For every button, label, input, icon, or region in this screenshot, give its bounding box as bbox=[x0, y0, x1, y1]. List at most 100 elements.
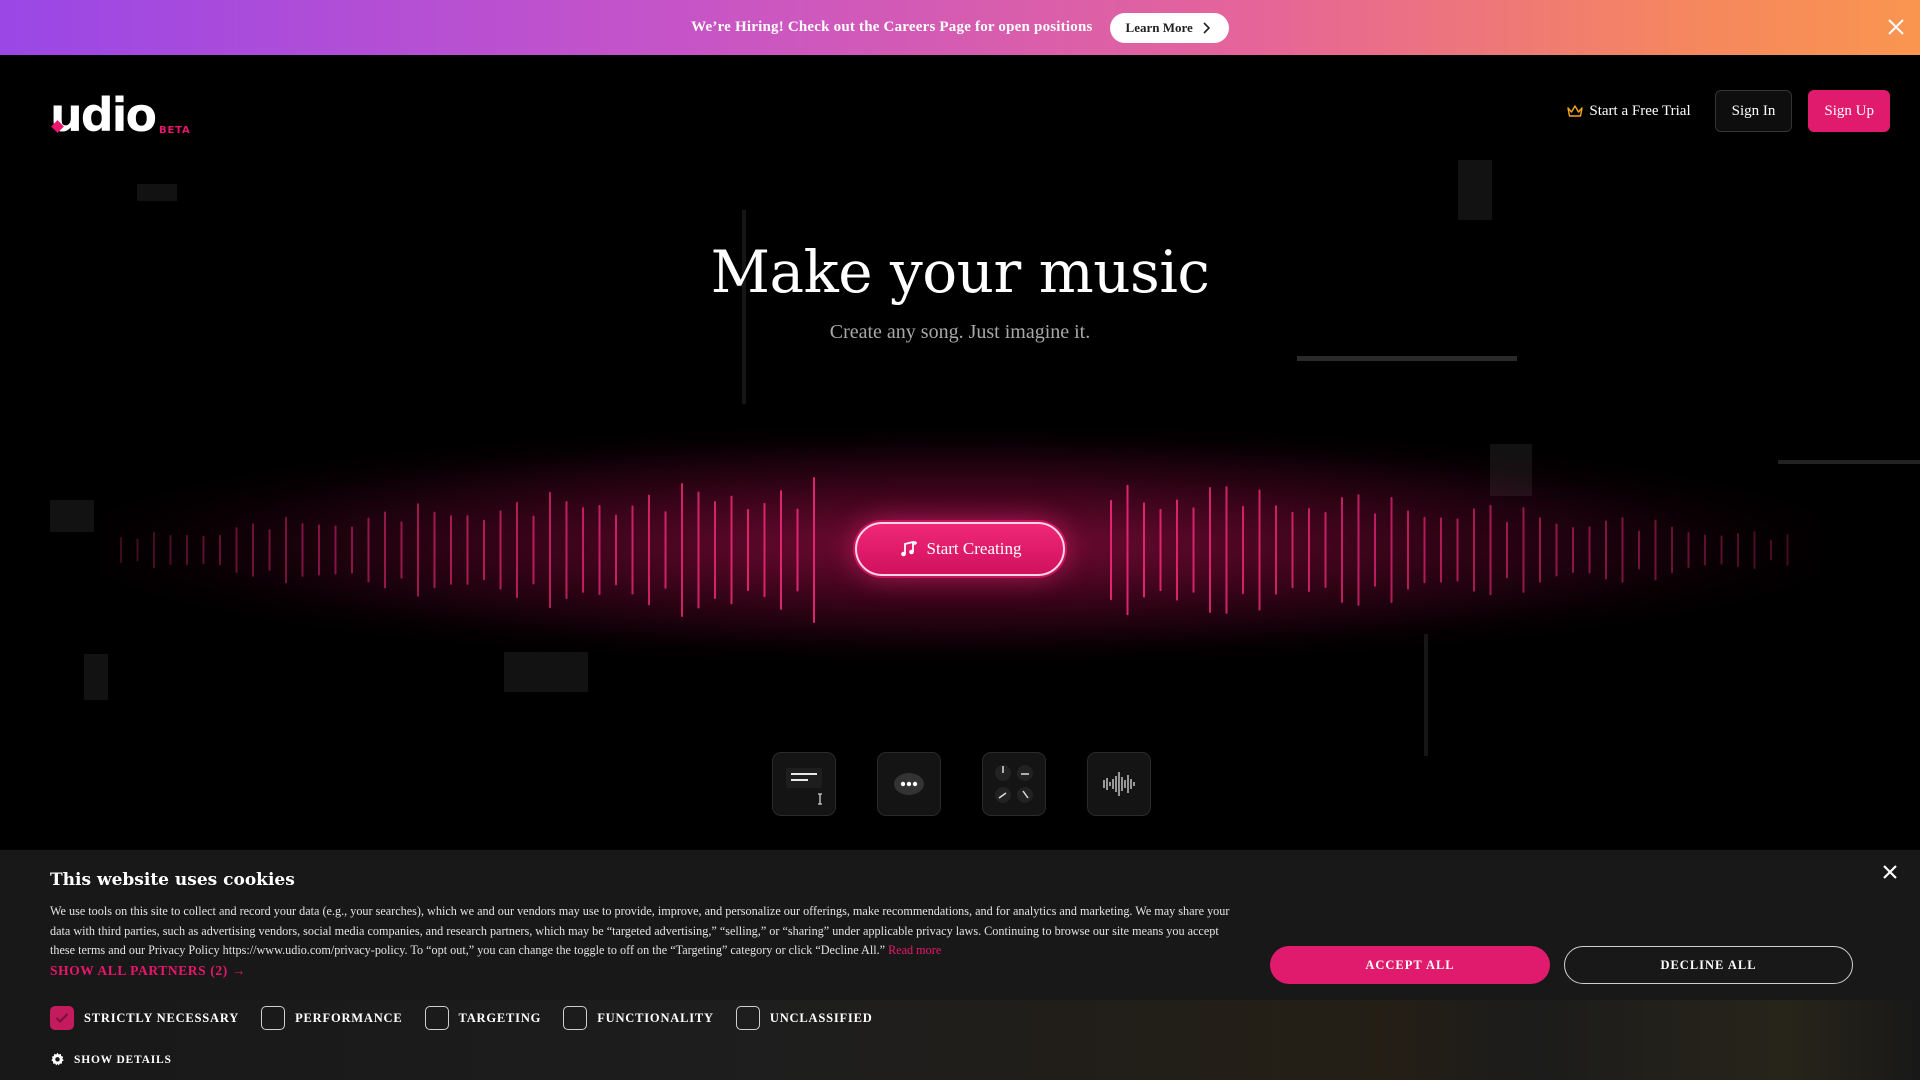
close-icon[interactable] bbox=[1880, 862, 1900, 882]
waveform-bar bbox=[367, 517, 370, 583]
waveform-bar bbox=[186, 534, 188, 566]
decline-all-button[interactable]: DECLINE ALL bbox=[1564, 946, 1853, 984]
waveform-bar bbox=[796, 508, 799, 592]
read-more-link[interactable]: Read more bbox=[888, 943, 941, 957]
waveform-icon bbox=[1103, 772, 1135, 796]
knobs-icon bbox=[995, 765, 1033, 803]
free-trial-link[interactable]: Start a Free Trial bbox=[1567, 102, 1691, 120]
checkbox[interactable] bbox=[563, 1006, 588, 1030]
waveform-bar bbox=[1275, 505, 1277, 595]
cookie-body: We use tools on this site to collect and… bbox=[50, 904, 1230, 957]
category-label: UNCLASSIFIED bbox=[769, 1010, 873, 1025]
gear-icon bbox=[51, 1052, 64, 1066]
accept-all-button[interactable]: ACCEPT ALL bbox=[1270, 946, 1550, 984]
sign-in-button[interactable]: Sign In bbox=[1714, 90, 1793, 132]
category-label: STRICTLY NECESSARY bbox=[84, 1010, 240, 1025]
waveform-bar bbox=[384, 511, 386, 589]
start-creating-button[interactable]: Start Creating bbox=[855, 522, 1065, 576]
category-performance[interactable]: PERFORMANCE bbox=[261, 1006, 402, 1030]
category-unclassified[interactable]: UNCLASSIFIED bbox=[735, 1006, 873, 1030]
lyrics-tile[interactable] bbox=[772, 752, 836, 816]
free-trial-label: Start a Free Trial bbox=[1589, 102, 1691, 119]
waveform-bar bbox=[400, 521, 403, 579]
cookie-description: We use tools on this site to collect and… bbox=[50, 902, 1230, 961]
waveform-bar bbox=[631, 505, 634, 595]
waveform-bar bbox=[417, 503, 419, 597]
checkbox[interactable] bbox=[735, 1006, 760, 1030]
chat-bubble-icon bbox=[894, 773, 924, 795]
show-details-label: SHOW DETAILS bbox=[74, 1053, 172, 1066]
waveform-bar bbox=[1209, 486, 1211, 614]
background-decor bbox=[84, 654, 108, 700]
waveform-bar bbox=[648, 494, 650, 606]
waveform-bar bbox=[1341, 496, 1343, 604]
waveform-bar bbox=[351, 526, 353, 574]
waveform-bar bbox=[334, 525, 337, 575]
waveform-bar bbox=[268, 529, 271, 571]
waveform-bar bbox=[1159, 508, 1162, 592]
waveform-bar bbox=[1258, 489, 1261, 611]
sign-up-button[interactable]: Sign Up bbox=[1808, 90, 1890, 132]
udio-logo[interactable]: udio BETA bbox=[50, 92, 190, 138]
waveform-bar bbox=[730, 495, 733, 605]
waveform-bar bbox=[582, 507, 584, 593]
cookie-categories: STRICTLY NECESSARY PERFORMANCE TARGETING… bbox=[50, 1006, 873, 1030]
category-label: TARGETING bbox=[458, 1010, 542, 1025]
waveform-bar bbox=[1242, 505, 1244, 595]
waveform-bar bbox=[1357, 494, 1360, 606]
background-decor bbox=[1458, 160, 1492, 220]
start-creating-label: Start Creating bbox=[926, 539, 1022, 558]
waveform-bar bbox=[1374, 513, 1376, 587]
waveform-bar bbox=[1770, 539, 1772, 561]
chevron-right-icon bbox=[1203, 21, 1210, 34]
waveform-bar bbox=[1671, 526, 1673, 574]
waveform-bar bbox=[1638, 530, 1640, 570]
waveform-bar bbox=[1753, 531, 1756, 569]
waveform-bar bbox=[1621, 517, 1624, 583]
waveform-bar bbox=[120, 536, 122, 564]
beta-badge: BETA bbox=[159, 125, 191, 136]
waveform-bar bbox=[1423, 516, 1426, 584]
waveform-bar bbox=[1176, 499, 1178, 601]
show-details-link[interactable]: SHOW DETAILS bbox=[50, 1052, 172, 1067]
waveform-bar bbox=[598, 504, 601, 596]
waveform-bar bbox=[1489, 504, 1492, 596]
chat-tile[interactable] bbox=[877, 752, 941, 816]
waveform-bar bbox=[483, 519, 485, 581]
waveform-bar bbox=[565, 500, 568, 600]
waveform-bar bbox=[219, 534, 221, 566]
checkbox[interactable] bbox=[261, 1006, 286, 1030]
waveform-bar bbox=[1539, 517, 1541, 583]
show-partners-link[interactable]: SHOW ALL PARTNERS (2) → bbox=[50, 963, 246, 979]
waveform-bar bbox=[1572, 527, 1574, 573]
waveform-bar bbox=[1110, 499, 1112, 601]
category-functionality[interactable]: FUNCTIONALITY bbox=[563, 1006, 714, 1030]
controls-tile[interactable] bbox=[982, 752, 1046, 816]
waveform-bar bbox=[1324, 512, 1327, 588]
checkbox-checked[interactable] bbox=[50, 1006, 74, 1030]
waveform-bar bbox=[169, 534, 172, 566]
cookie-consent-panel: This website uses cookies We use tools o… bbox=[0, 850, 1920, 1080]
hiring-banner: We’re Hiring! Check out the Careers Page… bbox=[0, 0, 1920, 55]
waveform-bar bbox=[318, 524, 320, 576]
waveform-bar bbox=[1588, 526, 1591, 574]
category-targeting[interactable]: TARGETING bbox=[424, 1006, 542, 1030]
waveform-bar bbox=[664, 511, 667, 589]
check-icon bbox=[55, 1013, 69, 1023]
waveform-bar bbox=[301, 523, 304, 577]
waveform-bar bbox=[136, 538, 139, 562]
waveform-bar bbox=[1720, 535, 1723, 565]
waveform-bar bbox=[780, 490, 782, 610]
checkbox[interactable] bbox=[424, 1006, 449, 1030]
waveform-bar bbox=[1407, 510, 1409, 590]
category-label: PERFORMANCE bbox=[295, 1010, 403, 1025]
audio-tile[interactable] bbox=[1087, 752, 1151, 816]
feature-tiles bbox=[772, 752, 1151, 816]
waveform-bar bbox=[450, 515, 452, 585]
category-strictly-necessary[interactable]: STRICTLY NECESSARY bbox=[50, 1006, 239, 1030]
waveform-bar bbox=[1456, 518, 1459, 582]
waveform-bar bbox=[235, 527, 238, 573]
close-icon[interactable] bbox=[1884, 15, 1908, 39]
waveform-bar bbox=[1225, 486, 1228, 614]
learn-more-button[interactable]: Learn More bbox=[1109, 12, 1229, 43]
